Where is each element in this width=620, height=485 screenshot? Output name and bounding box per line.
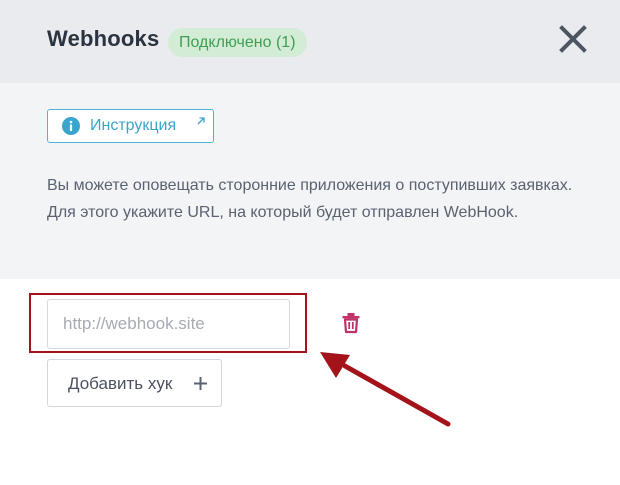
delete-webhook-button[interactable] [341, 312, 361, 334]
dialog-title: Webhooks [47, 26, 160, 51]
dialog-header: Webhooks Подключено (1) [0, 0, 620, 83]
instruction-label: Инструкция [90, 117, 177, 134]
trash-icon [342, 313, 360, 334]
instruction-button[interactable]: Инструкция [47, 109, 214, 143]
add-webhook-label: Добавить хук [68, 374, 173, 393]
description-text: Вы можете оповещать сторонние приложения… [47, 177, 573, 221]
info-icon [62, 117, 80, 135]
close-icon [559, 25, 587, 53]
webhook-url-input[interactable] [47, 299, 290, 349]
status-badge: Подключено (1) [168, 28, 307, 57]
external-link-icon [197, 117, 205, 125]
add-webhook-button[interactable]: Добавить хук [47, 359, 222, 407]
close-button[interactable] [556, 22, 590, 56]
plus-icon [194, 377, 207, 390]
